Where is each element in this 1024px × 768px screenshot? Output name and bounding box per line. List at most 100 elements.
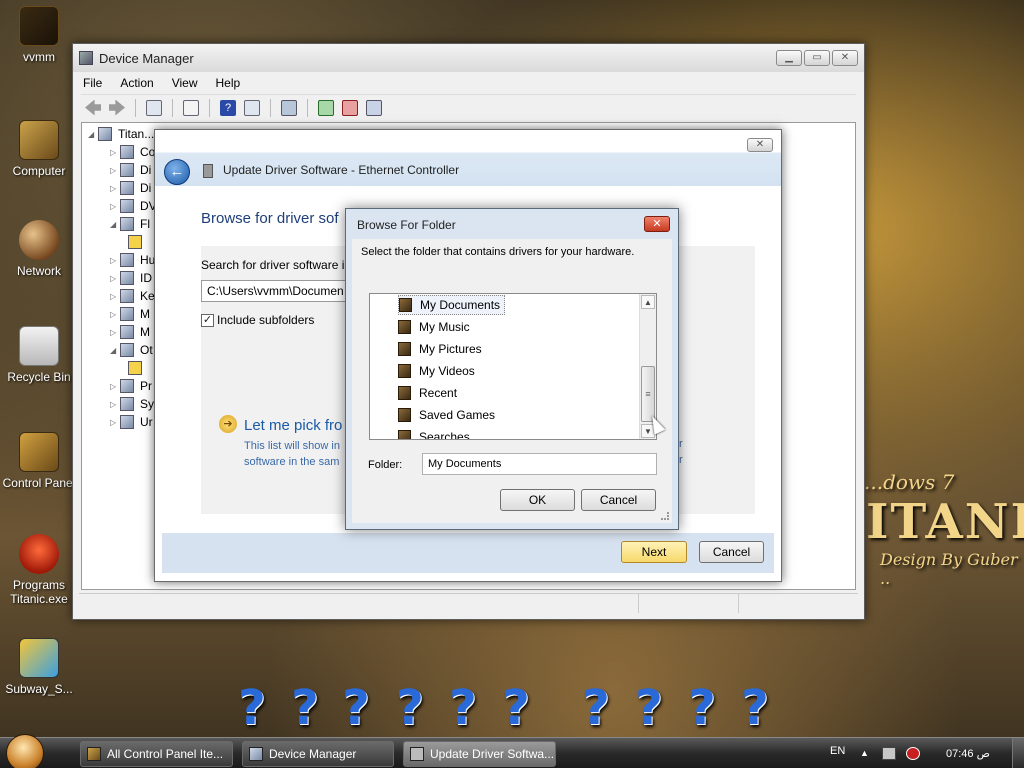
ok-button[interactable]: OK <box>500 489 575 511</box>
folder-item-my-music[interactable]: My Music <box>398 317 470 337</box>
back-button[interactable]: ← <box>164 159 190 185</box>
tree-item[interactable]: ◢ Ot <box>110 341 153 359</box>
desktop-icon-computer[interactable]: Computer <box>2 120 76 178</box>
network-tray-icon[interactable] <box>882 747 896 760</box>
scan-hardware-icon[interactable] <box>281 99 297 116</box>
folder-item-recent[interactable]: Recent <box>398 383 457 403</box>
forward-arrow-icon[interactable] <box>109 99 125 116</box>
description-fragment: r <box>679 438 683 450</box>
search-location-label: Search for driver software in <box>201 258 352 272</box>
menu-view[interactable]: View <box>172 76 198 90</box>
uninstall-icon[interactable] <box>342 99 358 116</box>
tree-item[interactable]: ▷ Di <box>110 161 151 179</box>
volume-muted-icon[interactable] <box>906 747 920 760</box>
tree-item[interactable]: ▷ Sy <box>110 395 154 413</box>
folder-item-my-pictures[interactable]: My Pictures <box>398 339 482 359</box>
menu-file[interactable]: File <box>83 76 102 90</box>
tree-item[interactable]: ▷ Co <box>110 143 155 161</box>
saved-games-folder-icon <box>398 408 411 422</box>
keyboard-icon <box>120 289 134 303</box>
folder-input[interactable]: My Documents <box>422 453 657 475</box>
show-desktop-button[interactable] <box>1012 738 1024 768</box>
desktop-icon-control-panel[interactable]: Control Panel <box>2 432 76 490</box>
expand-icon[interactable]: ▷ <box>110 184 120 193</box>
close-button[interactable]: ✕ <box>747 138 773 152</box>
collapse-icon[interactable]: ◢ <box>110 220 120 229</box>
scroll-up-icon[interactable]: ▲ <box>641 295 655 309</box>
taskbar-item-update-driver[interactable]: Update Driver Softwa... <box>403 741 556 767</box>
tree-item[interactable] <box>128 233 148 251</box>
expand-icon[interactable]: ▷ <box>110 148 120 157</box>
clock[interactable]: 07:46 ص <box>946 747 990 760</box>
show-hide-console-tree-icon[interactable] <box>146 99 162 116</box>
menu-help[interactable]: Help <box>216 76 241 90</box>
tree-item[interactable] <box>128 359 148 377</box>
pictures-folder-icon <box>398 342 411 356</box>
desktop-icon-subway[interactable]: Subway_S... <box>2 638 76 696</box>
desktop-icon-network[interactable]: Network <box>2 220 76 278</box>
minimize-button[interactable]: ▁ <box>776 50 802 66</box>
close-button[interactable]: ✕ <box>832 50 858 66</box>
show-hidden-icons-icon[interactable]: ▲ <box>860 748 869 758</box>
start-button[interactable] <box>6 734 44 768</box>
expand-icon[interactable]: ▷ <box>110 310 120 319</box>
menu-action[interactable]: Action <box>120 76 153 90</box>
enable-device-icon[interactable] <box>366 99 382 116</box>
desktop-icon-programs-titanic[interactable]: Programs Titanic.exe <box>2 534 76 606</box>
wizard-header[interactable]: ✕ ← Update Driver Software - Ethernet Co… <box>155 130 781 186</box>
expand-icon[interactable]: ▷ <box>110 274 120 283</box>
tree-item[interactable]: ◢ Fl <box>110 215 150 233</box>
expand-icon[interactable]: ▷ <box>110 418 120 427</box>
tree-item[interactable]: ▷ Pr <box>110 377 152 395</box>
folder-item-my-documents[interactable]: My Documents <box>398 295 506 315</box>
folder-item-saved-games[interactable]: Saved Games <box>398 405 495 425</box>
tree-item[interactable]: ▷ Ur <box>110 413 153 431</box>
language-indicator[interactable]: EN <box>830 745 845 757</box>
network-adapter-icon <box>410 747 424 761</box>
taskbar-item-control-panel[interactable]: All Control Panel Ite... <box>80 741 233 767</box>
view-icon[interactable] <box>244 99 260 116</box>
collapse-icon[interactable]: ◢ <box>110 346 120 355</box>
include-subfolders-checkbox[interactable]: ✓ Include subfolders <box>201 313 314 327</box>
cancel-button[interactable]: Cancel <box>699 541 764 563</box>
collapse-icon[interactable]: ◢ <box>88 130 98 139</box>
tree-item[interactable]: ▷ DV <box>110 197 157 215</box>
next-button[interactable]: Next <box>621 541 687 563</box>
tree-item[interactable]: ▷ Ke <box>110 287 155 305</box>
expand-icon[interactable]: ▷ <box>110 202 120 211</box>
expand-icon[interactable]: ▷ <box>110 256 120 265</box>
maximize-button[interactable]: ▭ <box>804 50 830 66</box>
desktop-icon-recycle-bin[interactable]: Recycle Bin <box>2 326 76 384</box>
folder-tree[interactable]: My Documents My Music My Pictures My Vid… <box>369 293 657 440</box>
tree-item[interactable]: ▷ M <box>110 323 150 341</box>
expand-icon[interactable]: ▷ <box>110 400 120 409</box>
tree-item[interactable]: ▷ M <box>110 305 150 323</box>
resize-grip-icon[interactable] <box>661 512 669 520</box>
tree-root[interactable]: ◢ Titan... <box>88 125 154 143</box>
tree-item[interactable]: ▷ Hu <box>110 251 155 269</box>
cancel-button[interactable]: Cancel <box>581 489 656 511</box>
expand-icon[interactable]: ▷ <box>110 328 120 337</box>
folder-item-searches[interactable]: Searches <box>398 427 470 439</box>
device-manager-titlebar[interactable]: Device Manager ▁ ▭ ✕ <box>73 44 864 72</box>
update-driver-icon[interactable] <box>318 99 334 116</box>
taskbar-item-device-manager[interactable]: Device Manager <box>242 741 394 767</box>
folder-item-my-videos[interactable]: My Videos <box>398 361 475 381</box>
checkbox-checked-icon[interactable]: ✓ <box>201 313 214 327</box>
help-book-icon[interactable]: ? <box>220 99 236 116</box>
tree-item-label: Ke <box>140 289 155 303</box>
expand-icon[interactable]: ▷ <box>110 166 120 175</box>
tree-item[interactable]: ▷ Di <box>110 179 151 197</box>
dialog-description: Select the folder that contains drivers … <box>361 246 635 258</box>
expand-icon[interactable]: ▷ <box>110 382 120 391</box>
close-button[interactable]: ✕ <box>644 216 670 232</box>
let-me-pick-link[interactable]: Let me pick fro <box>244 417 342 434</box>
expand-icon[interactable]: ▷ <box>110 292 120 301</box>
desktop-icon-vvmm[interactable]: vvmm <box>2 6 76 64</box>
back-arrow-icon[interactable] <box>85 99 101 116</box>
scrollbar-thumb[interactable]: ≡ <box>641 366 655 422</box>
search-location-input[interactable]: C:\Users\vvmm\Documen <box>201 280 351 302</box>
tree-item[interactable]: ▷ ID <box>110 269 152 287</box>
music-folder-icon <box>398 320 411 334</box>
properties-icon[interactable] <box>183 99 199 116</box>
